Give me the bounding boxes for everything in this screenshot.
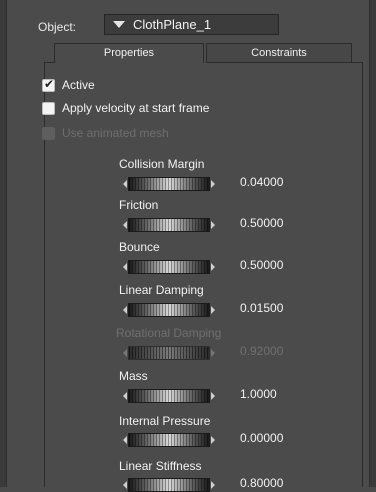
tab-constraints[interactable]: Constraints <box>206 43 352 63</box>
use-animated-mesh-checkbox <box>42 127 55 140</box>
internal-pressure-dial[interactable] <box>123 433 215 447</box>
object-label: Object: <box>38 20 77 34</box>
dial-bar[interactable] <box>128 389 210 403</box>
mass-value[interactable]: 1.0000 <box>240 387 277 401</box>
dial-left-arrow-icon <box>123 349 127 357</box>
cloth-properties-panel: Object: ClothPlane_1 Properties Constrai… <box>6 0 370 492</box>
panel-border-left <box>44 62 45 487</box>
bounce-label: Bounce <box>119 240 160 254</box>
apply-velocity-checkbox-label: Apply velocity at start frame <box>62 101 210 115</box>
dial-bar[interactable] <box>128 177 210 191</box>
dial-right-arrow-icon[interactable] <box>211 263 215 271</box>
dial-bar[interactable] <box>128 433 210 447</box>
right-border <box>369 0 376 487</box>
mass-dial[interactable] <box>123 389 215 403</box>
mass-label: Mass <box>119 369 148 383</box>
triangle-down-icon <box>113 21 125 28</box>
rotational-damping-label: Rotational Damping <box>116 326 222 340</box>
dial-bar <box>128 346 210 360</box>
use-animated-mesh-checkbox-label: Use animated mesh <box>62 126 169 140</box>
dial-bar[interactable] <box>128 260 210 274</box>
friction-dial[interactable] <box>123 218 215 232</box>
dial-left-arrow-icon[interactable] <box>123 392 127 400</box>
dial-left-arrow-icon[interactable] <box>123 180 127 188</box>
collision-margin-dial[interactable] <box>123 177 215 191</box>
bounce-dial[interactable] <box>123 260 215 274</box>
object-dropdown-value: ClothPlane_1 <box>133 17 212 32</box>
linear-damping-dial[interactable] <box>123 303 215 317</box>
apply-velocity-checkbox[interactable] <box>42 102 55 115</box>
panel-border-right <box>362 62 363 487</box>
dial-left-arrow-icon[interactable] <box>123 221 127 229</box>
dial-bar[interactable] <box>128 478 210 492</box>
dial-right-arrow-icon[interactable] <box>211 306 215 314</box>
dial-bar[interactable] <box>128 218 210 232</box>
dial-right-arrow-icon[interactable] <box>211 180 215 188</box>
internal-pressure-label: Internal Pressure <box>119 414 211 428</box>
active-checkbox-label: Active <box>62 78 95 92</box>
dial-right-arrow-icon[interactable] <box>211 436 215 444</box>
rotational-damping-dial <box>123 346 215 360</box>
dial-right-arrow-icon[interactable] <box>211 481 215 489</box>
dial-left-arrow-icon[interactable] <box>123 306 127 314</box>
dial-left-arrow-icon[interactable] <box>123 481 127 489</box>
active-checkbox[interactable] <box>42 77 55 92</box>
tab-properties-label: Properties <box>103 47 155 59</box>
dial-right-arrow-icon[interactable] <box>211 392 215 400</box>
tab-properties[interactable]: Properties <box>54 43 204 63</box>
bounce-value[interactable]: 0.50000 <box>240 258 283 272</box>
linear-stiffness-dial[interactable] <box>123 478 215 492</box>
internal-pressure-value[interactable]: 0.00000 <box>240 431 283 445</box>
tab-constraints-label: Constraints <box>251 47 307 59</box>
tab-divider-left <box>44 62 54 63</box>
dial-left-arrow-icon[interactable] <box>123 436 127 444</box>
tab-divider-right <box>352 62 362 63</box>
linear-damping-value[interactable]: 0.01500 <box>240 301 283 315</box>
linear-damping-label: Linear Damping <box>119 283 204 297</box>
dial-right-arrow-icon <box>211 349 215 357</box>
linear-stiffness-label: Linear Stiffness <box>119 459 202 473</box>
collision-margin-label: Collision Margin <box>119 157 205 171</box>
rotational-damping-value: 0.92000 <box>240 344 284 358</box>
friction-label: Friction <box>119 198 159 212</box>
dial-left-arrow-icon[interactable] <box>123 263 127 271</box>
dial-bar[interactable] <box>128 303 210 317</box>
object-dropdown[interactable]: ClothPlane_1 <box>104 14 279 35</box>
linear-stiffness-value[interactable]: 0.80000 <box>240 476 283 490</box>
dial-right-arrow-icon[interactable] <box>211 221 215 229</box>
friction-value[interactable]: 0.50000 <box>240 216 283 230</box>
collision-margin-value[interactable]: 0.04000 <box>240 175 283 189</box>
